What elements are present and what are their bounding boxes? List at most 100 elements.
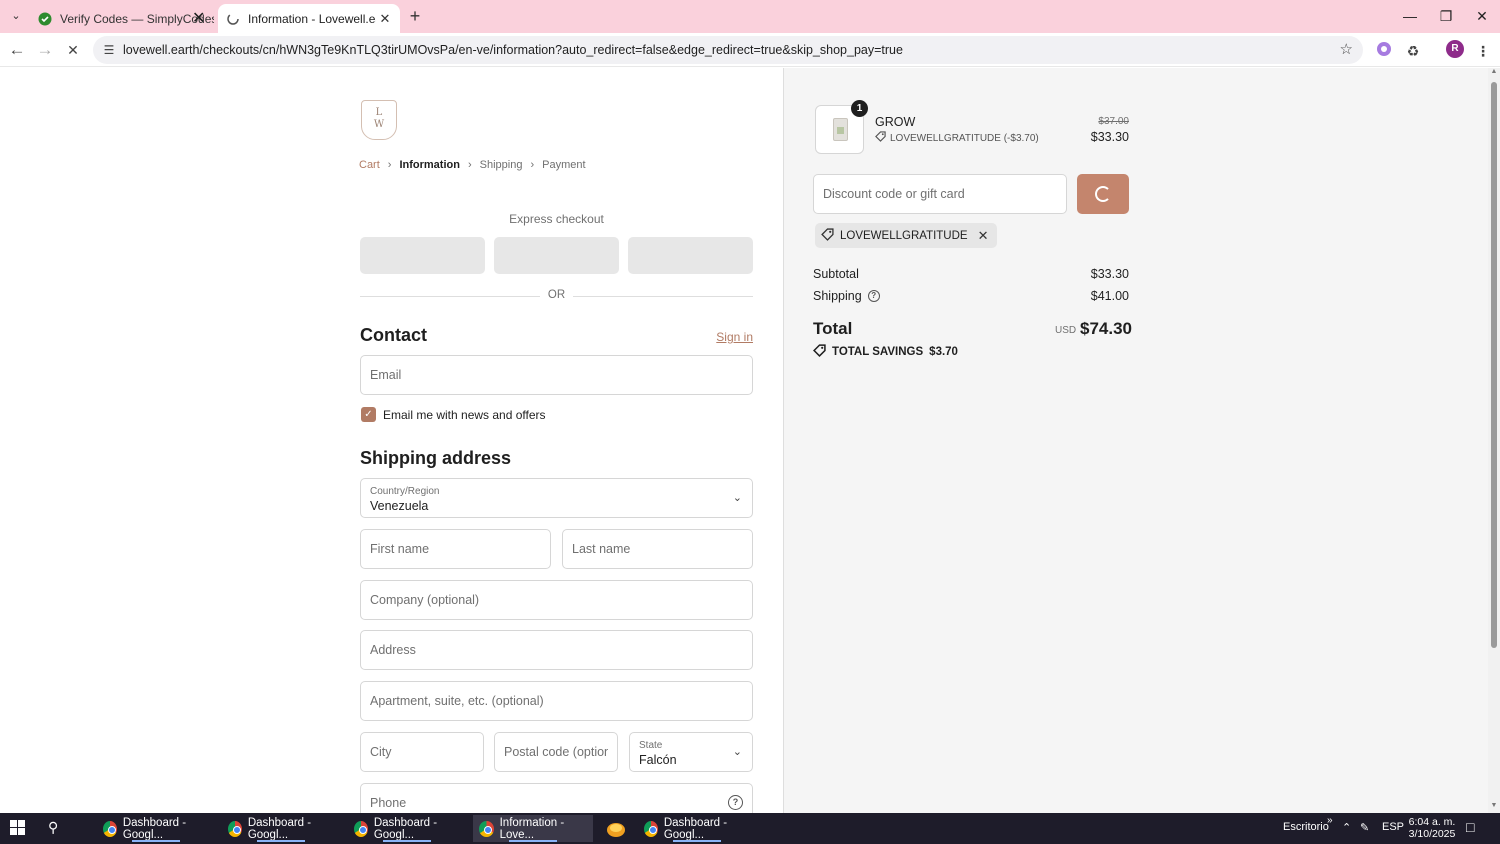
help-question-icon[interactable]: ? xyxy=(728,795,743,810)
subtotal-label: Subtotal xyxy=(813,267,859,281)
page-scrollbar[interactable]: ▲ ▼ xyxy=(1488,68,1500,813)
savings-value: $3.70 xyxy=(929,346,958,358)
breadcrumb-payment: Payment xyxy=(542,159,586,171)
address-field[interactable] xyxy=(360,630,753,670)
apartment-field[interactable] xyxy=(360,681,753,721)
country-select[interactable]: Country/Region Venezuela ⌄ xyxy=(360,478,753,518)
taskbar-item[interactable]: Dashboard - Googl... xyxy=(638,815,756,842)
discount-code-input[interactable] xyxy=(814,175,1066,213)
language-indicator[interactable]: ESP xyxy=(1382,821,1404,833)
company-input[interactable] xyxy=(361,581,752,619)
total-amount: $74.30 xyxy=(1080,319,1132,338)
search-icon[interactable]: ⚲ xyxy=(48,819,58,836)
browser-tab-bar: ⌄ Verify Codes — SimplyCodes ✕ Informati… xyxy=(0,0,1500,33)
breadcrumb-information: Information xyxy=(399,159,460,171)
close-window-icon[interactable]: ✕ xyxy=(1470,6,1494,26)
chevron-right-icon: › xyxy=(467,159,472,171)
city-input[interactable] xyxy=(361,733,483,771)
forward-arrow-icon[interactable]: → xyxy=(33,38,57,62)
express-pay-button-1[interactable] xyxy=(360,237,485,274)
shipping-info-question-icon[interactable]: ? xyxy=(867,290,880,302)
scroll-thumb[interactable] xyxy=(1491,82,1497,648)
folder-app-icon xyxy=(607,822,625,837)
express-pay-button-3[interactable] xyxy=(628,237,753,274)
tab-title: Information - Lovewell.earth - C xyxy=(248,11,376,26)
breadcrumb-shipping: Shipping xyxy=(479,159,523,171)
product-discount: LOVEWELLGRATITUDE (-$3.70) xyxy=(875,131,1039,145)
taskbar-item[interactable]: Dashboard - Googl... xyxy=(97,815,215,842)
state-select[interactable]: State Falcón ⌄ xyxy=(629,732,753,772)
postal-code-field[interactable] xyxy=(494,732,618,772)
last-name-field[interactable] xyxy=(562,529,753,569)
phone-input[interactable] xyxy=(361,784,752,813)
tab-information[interactable]: Information - Lovewell.earth - C ✕ xyxy=(218,4,400,33)
email-field[interactable] xyxy=(360,355,753,395)
postal-code-input[interactable] xyxy=(495,733,617,771)
menu-dots-icon[interactable]: ⋮ xyxy=(1473,41,1493,61)
tab-close-icon[interactable]: ✕ xyxy=(192,8,205,28)
store-logo[interactable]: LW xyxy=(361,100,397,140)
apartment-input[interactable] xyxy=(361,682,752,720)
windows-start-icon[interactable] xyxy=(10,820,26,836)
total-savings: TOTAL SAVINGS $3.70 xyxy=(813,344,958,360)
minimize-icon[interactable]: — xyxy=(1398,6,1422,26)
tab-search-chevron-icon[interactable]: ⌄ xyxy=(6,7,26,25)
total-currency: USD xyxy=(1055,325,1077,336)
discount-code-field[interactable] xyxy=(813,174,1067,214)
loading-favicon-icon xyxy=(226,12,240,26)
stop-loading-icon[interactable]: ✕ xyxy=(61,38,85,62)
phone-field[interactable]: ? xyxy=(360,783,753,813)
chrome-icon xyxy=(479,820,494,837)
tab-close-icon[interactable]: ✕ xyxy=(376,11,394,27)
system-clock[interactable]: 6:04 a. m. 3/10/2025 xyxy=(1406,816,1458,840)
browser-toolbar: ← → ✕ ☰ lovewell.earth/checkouts/cn/hWN3… xyxy=(0,33,1500,67)
state-label: State xyxy=(639,740,663,751)
breadcrumb-cart[interactable]: Cart xyxy=(359,159,380,171)
chrome-icon xyxy=(228,820,242,837)
express-pay-button-2[interactable] xyxy=(494,237,619,274)
subtotal-value: $33.30 xyxy=(1090,267,1129,281)
or-divider: OR xyxy=(360,289,753,303)
address-input[interactable] xyxy=(361,631,752,669)
company-field[interactable] xyxy=(360,580,753,620)
notification-icon[interactable]: □ xyxy=(1466,819,1474,835)
address-bar[interactable]: ☰ lovewell.earth/checkouts/cn/hWN3gTe9Kn… xyxy=(93,36,1363,64)
desktop-label[interactable]: Escritorio xyxy=(1283,821,1329,833)
taskbar-item[interactable]: Dashboard - Googl... xyxy=(348,815,466,842)
first-name-field[interactable] xyxy=(360,529,551,569)
last-name-input[interactable] xyxy=(563,530,752,568)
tag-icon xyxy=(813,344,826,360)
first-name-input[interactable] xyxy=(361,530,550,568)
profile-avatar[interactable]: R xyxy=(1446,40,1464,58)
extensions-puzzle-icon[interactable]: ♻ xyxy=(1403,41,1423,61)
extension-swirl-icon[interactable] xyxy=(1374,41,1394,61)
apply-discount-button[interactable] xyxy=(1077,174,1129,214)
newsletter-label[interactable]: Email me with news and offers xyxy=(383,408,546,422)
taskbar-item[interactable]: Dashboard - Googl... xyxy=(222,815,340,842)
site-settings-icon[interactable]: ☰ xyxy=(101,41,117,59)
back-arrow-icon[interactable]: ← xyxy=(5,38,29,62)
city-field[interactable] xyxy=(360,732,484,772)
chevron-up-icon[interactable]: ⌃ xyxy=(1342,821,1351,834)
chevron-down-icon: ⌄ xyxy=(732,492,742,504)
restore-icon[interactable]: ❐ xyxy=(1434,6,1458,26)
sign-in-link[interactable]: Sign in xyxy=(700,330,753,344)
new-tab-plus-icon[interactable]: + xyxy=(405,6,425,26)
taskbar-item-label: Dashboard - Googl... xyxy=(122,816,187,841)
email-input[interactable] xyxy=(361,356,752,394)
url-text[interactable]: lovewell.earth/checkouts/cn/hWN3gTe9KnTL… xyxy=(123,43,903,57)
chevron-right-icon: › xyxy=(387,159,392,171)
taskbar-app-icon[interactable] xyxy=(600,815,632,842)
double-chevron-icon[interactable]: » xyxy=(1327,815,1333,826)
breadcrumb: Cart › Information › Shipping › Payment xyxy=(359,159,586,171)
scroll-down-arrow-icon[interactable]: ▼ xyxy=(1489,802,1499,809)
clock-time: 6:04 a. m. xyxy=(1408,816,1456,828)
pen-icon[interactable]: ✎ xyxy=(1360,821,1369,834)
taskbar-item-active[interactable]: Information - Love... xyxy=(473,815,593,842)
remove-code-close-icon[interactable]: ✕ xyxy=(978,228,989,244)
bookmark-star-icon[interactable]: ☆ xyxy=(1340,40,1353,58)
express-checkout-label: Express checkout xyxy=(509,212,604,226)
tab-simplycodes[interactable]: Verify Codes — SimplyCodes xyxy=(30,4,214,33)
scroll-up-arrow-icon[interactable]: ▲ xyxy=(1489,68,1499,75)
newsletter-checkbox[interactable]: ✓ xyxy=(361,407,376,422)
